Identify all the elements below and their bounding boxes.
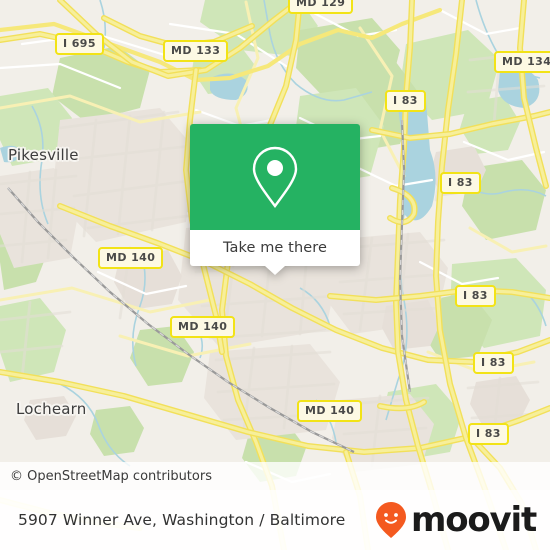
- road-shield-md133[interactable]: MD 133: [163, 40, 229, 62]
- road-shield-md140-west[interactable]: MD 140: [98, 247, 164, 269]
- location-popup[interactable]: Take me there: [190, 124, 360, 275]
- map-screenshot: .wtr { fill:#aad3df; stroke:none; } .str…: [0, 0, 550, 550]
- moovit-pin-smiley-icon: [375, 502, 406, 538]
- road-shield-md140-south[interactable]: MD 140: [297, 400, 363, 422]
- take-me-there-button[interactable]: Take me there: [223, 240, 327, 256]
- footer-bar: 5907 Winner Ave, Washington / Baltimore …: [0, 490, 550, 550]
- road-shield-i83-north[interactable]: I 83: [385, 90, 426, 112]
- road-shield-i83-south[interactable]: I 83: [468, 423, 509, 445]
- map-attribution-bar: © OpenStreetMap contributors: [0, 462, 550, 490]
- road-shield-md134[interactable]: MD 134: [494, 51, 550, 73]
- road-shield-md140-center[interactable]: MD 140: [170, 316, 236, 338]
- road-shield-i83-lower[interactable]: I 83: [473, 352, 514, 374]
- address-label: 5907 Winner Ave, Washington / Baltimore: [18, 511, 346, 529]
- location-pin-icon: [252, 146, 298, 209]
- popup-footer: Take me there: [190, 230, 360, 275]
- popup-tail: [265, 266, 285, 275]
- road-shield-i83-mid[interactable]: I 83: [455, 285, 496, 307]
- moovit-wordmark: moovit: [410, 500, 537, 540]
- moovit-logo[interactable]: moovit: [375, 500, 537, 540]
- attribution-text[interactable]: © OpenStreetMap contributors: [10, 469, 212, 484]
- popup-header: [190, 124, 360, 230]
- road-shield-md129-clipped[interactable]: MD 129: [288, 0, 354, 14]
- road-shield-i83-upper[interactable]: I 83: [440, 172, 481, 194]
- road-shield-i695[interactable]: I 695: [55, 33, 104, 55]
